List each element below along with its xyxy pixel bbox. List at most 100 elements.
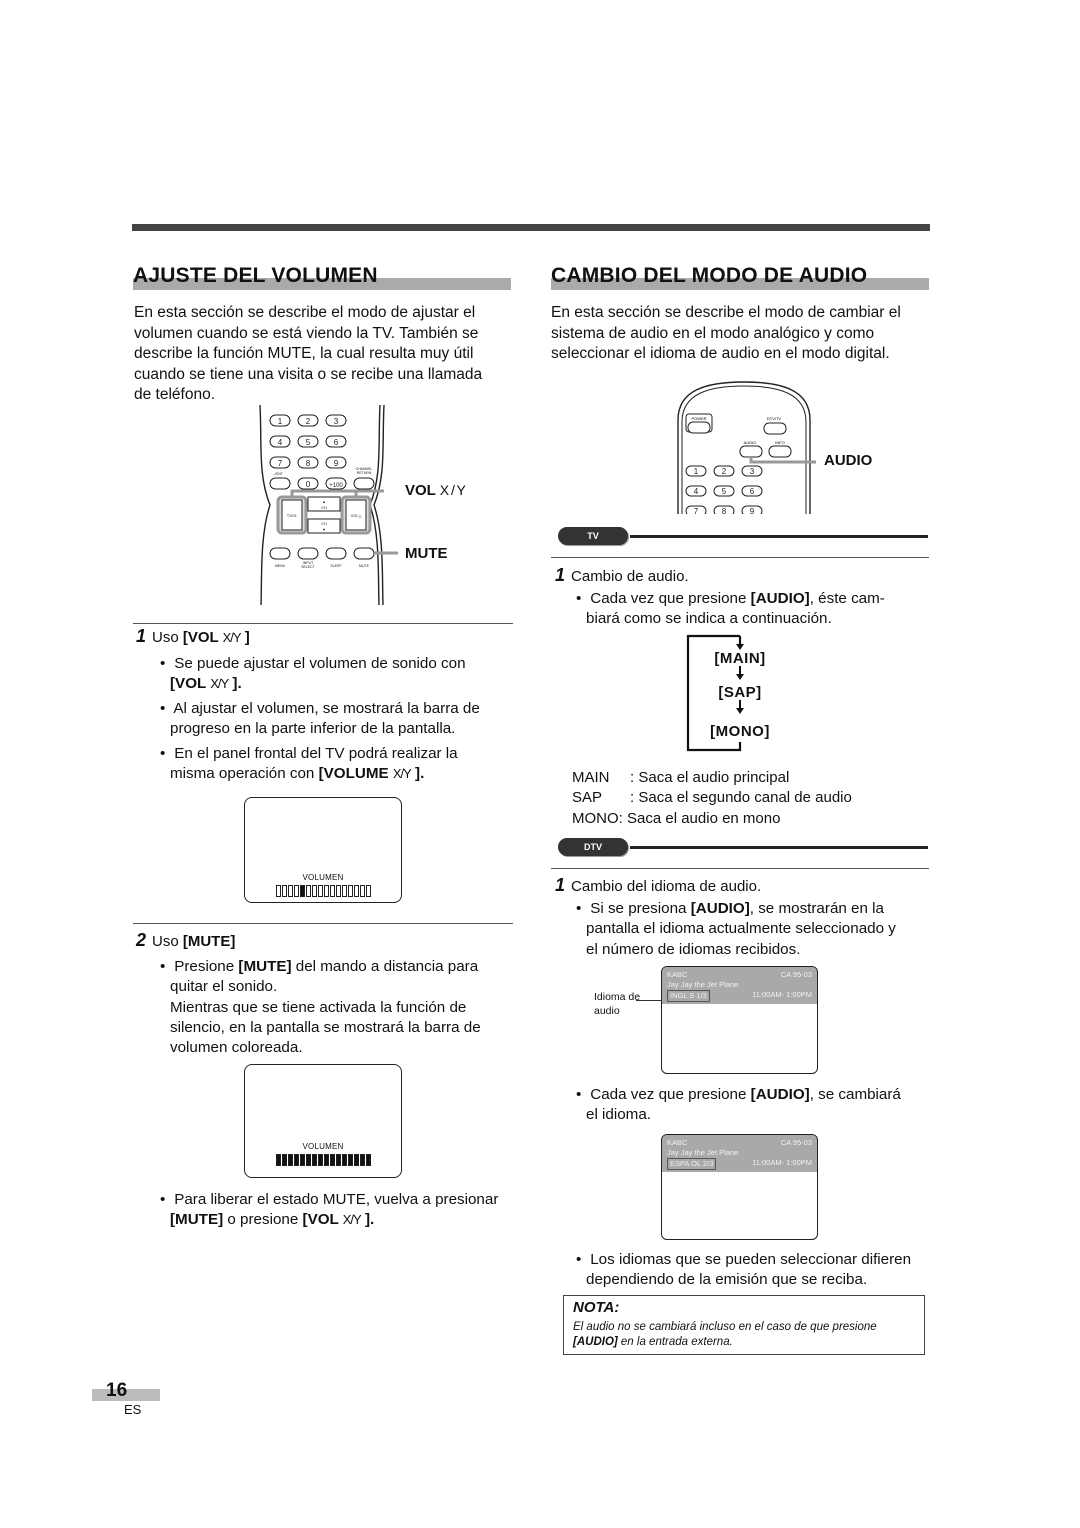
svg-text:6: 6 xyxy=(750,487,755,496)
channel-number: CA 95-03 xyxy=(780,970,812,979)
bullet-language-change: Cada vez que presione [AUDIO], se cambia… xyxy=(572,1085,951,1126)
bracket: ]. xyxy=(410,765,425,783)
step-label: Cambio de audio. xyxy=(571,568,689,585)
svg-text:9: 9 xyxy=(334,459,339,468)
legend-row-main: MAIN: Saca el audio principal xyxy=(572,768,852,788)
tv-step-1: 1 Cambio de audio. xyxy=(555,565,689,587)
volume-segment xyxy=(317,1154,323,1166)
audio-mode-cycle-diagram: [MAIN] [SAP] [MONO] xyxy=(680,634,790,754)
volume-label: VOLUMEN xyxy=(302,1142,344,1151)
bullet-mute: Presione [MUTE] del mando a distancia pa… xyxy=(156,957,530,1058)
svg-text:4: 4 xyxy=(694,487,699,496)
svg-text:8: 8 xyxy=(306,459,311,468)
volume-segment xyxy=(293,1154,299,1166)
intro-line: cuando se tiene una visita o se recibe u… xyxy=(134,365,483,383)
legend-key: MAIN xyxy=(572,769,610,786)
volume-segment xyxy=(347,1154,353,1166)
vol-arrows-glyph: X/Y xyxy=(342,1212,362,1228)
step-label: Cambio del idioma de audio. xyxy=(571,878,762,895)
svg-text:1: 1 xyxy=(694,467,699,476)
top-rule xyxy=(132,224,930,231)
volume-segment xyxy=(275,1154,281,1166)
key-label: [AUDIO] xyxy=(750,590,810,607)
key-label: [MUTE] xyxy=(238,958,292,975)
tv-screen-mute: VOLUMEN xyxy=(244,1064,402,1178)
audio-callout: AUDIO xyxy=(824,452,873,469)
svg-text:5: 5 xyxy=(306,438,311,447)
dtv-screen-language-2: KABC CA 95-03 Jay Jay the Jet Plane ESPA … xyxy=(661,1134,818,1240)
dtv-section-header: DTV xyxy=(558,838,928,856)
step-2-heading: 2 Uso [MUTE] xyxy=(136,930,235,952)
svg-text:DTV/TV: DTV/TV xyxy=(767,416,782,421)
bullet-release-mute: Para liberar el estado MUTE, vuelva a pr… xyxy=(156,1190,535,1231)
bracket: ]. xyxy=(228,675,242,693)
info-banner: KABC CA 95-03 Jay Jay the Jet Plane ESPA … xyxy=(662,1135,817,1172)
program-title: Jay Jay the Jet Plane xyxy=(667,1148,739,1157)
svg-text:7: 7 xyxy=(694,507,699,514)
intro-line: En esta sección se describe el modo de a… xyxy=(134,304,476,321)
svg-text:CH: CH xyxy=(321,522,327,526)
volume-segment xyxy=(287,885,293,897)
bullet-text: quitar el sonido. xyxy=(170,978,278,996)
volume-segment xyxy=(347,885,353,897)
key-label: [AUDIO] xyxy=(750,1086,810,1103)
volume-segment xyxy=(335,885,341,897)
badge-rule xyxy=(630,845,928,849)
bullet-text: silencio, en la pantalla se mostrará la … xyxy=(170,1018,481,1036)
volume-segment xyxy=(293,885,299,897)
volume-segment xyxy=(365,1154,371,1166)
volume-segment xyxy=(287,1154,293,1166)
program-title: Jay Jay the Jet Plane xyxy=(667,980,739,989)
volume-segment xyxy=(329,1154,335,1166)
bullet-text: pantalla el idioma actualmente seleccion… xyxy=(586,920,896,938)
vol-arrows-glyph: X/Y xyxy=(222,630,242,645)
svg-text:2: 2 xyxy=(722,467,727,476)
tv-screen-volume: VOLUMEN xyxy=(244,797,402,903)
svg-text:POWER: POWER xyxy=(691,416,706,421)
volume-bar xyxy=(245,885,401,897)
divider xyxy=(133,623,513,624)
volume-segment xyxy=(299,1154,305,1166)
divider xyxy=(133,923,513,924)
cycle-main: [MAIN] xyxy=(714,650,766,667)
legend-desc: Saca el audio principal xyxy=(638,769,790,786)
svg-text:6: 6 xyxy=(334,438,339,447)
step-number: 2 xyxy=(136,930,147,950)
volume-segment xyxy=(281,885,287,897)
volume-intro: En esta sección se describe el modo de a… xyxy=(134,303,514,406)
intro-line: En esta sección se describe el modo de c… xyxy=(551,304,901,321)
volume-segment xyxy=(281,1154,287,1166)
volume-segment xyxy=(317,885,323,897)
bullet-text: Para liberar el estado MUTE, vuelva a pr… xyxy=(174,1191,499,1208)
svg-text:3: 3 xyxy=(750,467,755,476)
volume-segment xyxy=(353,885,359,897)
svg-text:SELECT: SELECT xyxy=(301,565,315,569)
remote-control-illustration: 123 456 789 0 +100 –/ENT CHANNEL RETURN ▽V… xyxy=(258,404,398,606)
bullet-text: dependiendo de la emisión que se reciba. xyxy=(586,1271,868,1289)
note-box: NOTA: El audio no se cambiará incluso en… xyxy=(563,1295,925,1355)
bullet-text: del mando a distancia para xyxy=(291,958,479,975)
svg-text:–/ENT: –/ENT xyxy=(273,472,284,476)
callout-text: Idioma de xyxy=(594,991,641,1003)
divider xyxy=(551,557,929,558)
callout-text: audio xyxy=(594,1005,620,1017)
bullet-audio-cycle: Cada vez que presione [AUDIO], éste cam-… xyxy=(572,589,946,630)
mute-callout: MUTE xyxy=(405,545,448,562)
audio-mode-legend: MAIN: Saca el audio principal SAP: Saca … xyxy=(572,768,852,829)
vol-arrows-glyph: X/Y xyxy=(210,676,229,692)
bullet-text: , se cambiará xyxy=(809,1086,901,1103)
svg-text:5: 5 xyxy=(722,487,727,496)
intro-line: sistema de audio en el modo analógico y … xyxy=(551,324,875,342)
step-1-heading: 1 Uso [VOL X/Y ] xyxy=(136,626,250,648)
cycle-sap: [SAP] xyxy=(718,684,762,701)
dtv-step-1: 1 Cambio del idioma de audio. xyxy=(555,875,761,897)
bracket: ] xyxy=(240,629,250,646)
bullet-text: el idioma. xyxy=(586,1106,651,1124)
svg-text:▼: ▼ xyxy=(322,528,326,532)
volume-segment xyxy=(359,885,365,897)
key-label: [AUDIO] xyxy=(573,1336,618,1348)
bullet-audio-language: Si se presiona [AUDIO], se mostrarán en … xyxy=(572,899,951,960)
volume-bar-colored xyxy=(245,1154,401,1166)
volume-segment xyxy=(323,885,329,897)
intro-line: volumen cuando se está viendo la TV. Tam… xyxy=(134,324,479,342)
